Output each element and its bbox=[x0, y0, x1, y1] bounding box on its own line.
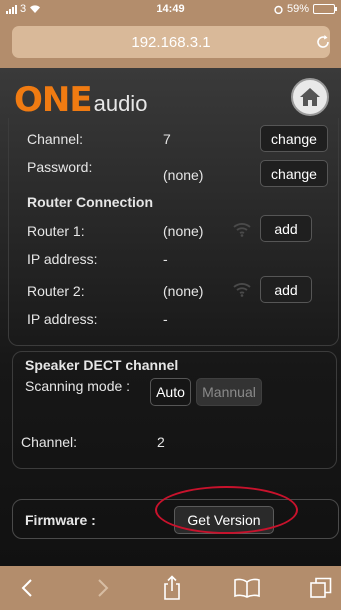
battery-icon bbox=[313, 4, 337, 14]
url-text: 192.168.3.1 bbox=[131, 33, 211, 51]
web-page: ONE audio Channel: 7 change Password: (n… bbox=[0, 68, 341, 566]
url-field[interactable]: 192.168.3.1 bbox=[12, 26, 330, 58]
back-icon[interactable] bbox=[12, 566, 42, 610]
scanning-mode-label: Scanning mode : bbox=[25, 378, 131, 394]
change-channel-button[interactable]: change bbox=[260, 125, 328, 152]
forward-icon[interactable] bbox=[88, 566, 118, 610]
wifi-settings-panel: Channel: 7 change Password: (none) chang… bbox=[8, 118, 339, 346]
channel-value: 7 bbox=[163, 131, 171, 147]
firmware-label: Firmware : bbox=[25, 512, 96, 528]
ip2-value: - bbox=[163, 311, 168, 327]
router2-label: Router 2: bbox=[27, 283, 85, 299]
dect-title: Speaker DECT channel bbox=[25, 357, 179, 373]
logo: ONE audio bbox=[14, 80, 147, 120]
browser-toolbar bbox=[0, 566, 341, 610]
tabs-icon[interactable] bbox=[306, 566, 336, 610]
router2-wifi-icon bbox=[233, 283, 251, 297]
bookmarks-icon[interactable] bbox=[230, 566, 264, 610]
home-icon bbox=[300, 88, 320, 106]
password-value: (none) bbox=[163, 167, 204, 183]
channel-label: Channel: bbox=[27, 131, 84, 147]
router-connection-heading: Router Connection bbox=[27, 194, 153, 210]
router2-value: (none) bbox=[163, 283, 204, 299]
ip1-value: - bbox=[163, 251, 168, 267]
auto-button[interactable]: Auto bbox=[150, 378, 191, 406]
browser-bar: 192.168.3.1 bbox=[0, 18, 341, 68]
router1-wifi-icon bbox=[233, 223, 251, 237]
logo-audio: audio bbox=[93, 91, 148, 116]
change-password-button[interactable]: change bbox=[260, 160, 328, 187]
manual-button[interactable]: Mannual bbox=[196, 378, 262, 406]
reload-icon[interactable] bbox=[315, 34, 331, 50]
logo-one: ONE bbox=[14, 80, 93, 120]
dect-channel-panel: Speaker DECT channel Scanning mode : Aut… bbox=[12, 351, 337, 469]
alarm-icon bbox=[274, 5, 283, 14]
status-right: 59% bbox=[274, 3, 337, 15]
share-icon[interactable] bbox=[157, 566, 187, 610]
add-router1-button[interactable]: add bbox=[260, 215, 312, 242]
password-label: Password: bbox=[27, 159, 93, 175]
dect-channel-value: 2 bbox=[157, 434, 165, 450]
router1-value: (none) bbox=[163, 223, 204, 239]
ip1-label: IP address: bbox=[27, 251, 98, 267]
highlight-circle bbox=[155, 486, 298, 534]
add-router2-button[interactable]: add bbox=[260, 276, 312, 303]
router1-label: Router 1: bbox=[27, 223, 85, 239]
dect-channel-label: Channel: bbox=[21, 434, 78, 450]
ip2-label: IP address: bbox=[27, 311, 98, 327]
battery-percent: 59% bbox=[286, 3, 309, 15]
status-bar: 3 14:49 59% bbox=[0, 0, 341, 18]
home-button[interactable] bbox=[291, 78, 329, 116]
